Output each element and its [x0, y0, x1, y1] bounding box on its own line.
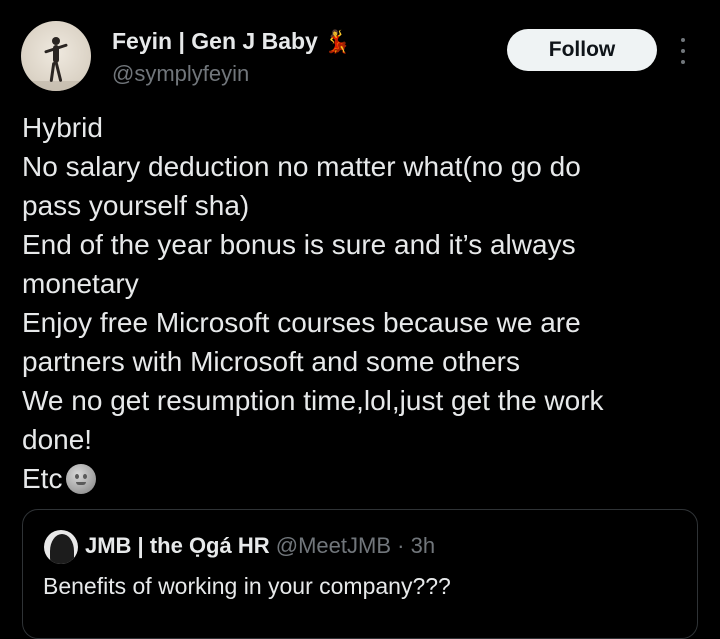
tweet-line: done! [22, 424, 93, 455]
author-display-name[interactable]: Feyin | Gen J Baby [112, 28, 318, 55]
quoted-separator: · [397, 533, 405, 558]
quoted-tweet-text: Benefits of working in your company??? [43, 573, 451, 599]
tweet-line: No salary deduction no matter what(no go… [22, 151, 581, 182]
avatar-figure-leg [54, 61, 63, 83]
quoted-author-avatar[interactable] [44, 530, 78, 564]
tweet-line: End of the year bonus is sure and it’s a… [22, 229, 576, 260]
dancer-emoji-icon: 💃 [323, 28, 352, 54]
tweet-line: pass yourself sha) [22, 190, 250, 221]
more-vertical-icon[interactable] [676, 38, 690, 64]
avatar-floor [21, 81, 91, 91]
quoted-tweet-header: JMB | the Ọgá HR @MeetJMB · 3h [85, 533, 435, 559]
tweet-line: Etc [22, 463, 63, 494]
author-avatar[interactable] [21, 21, 91, 91]
quoted-timestamp[interactable]: 3h [411, 533, 435, 558]
tweet-line: partners with Microsoft and some others [22, 346, 520, 377]
follow-button[interactable]: Follow [507, 29, 657, 71]
tweet-body: Hybrid No salary deduction no matter wha… [22, 108, 702, 498]
author-handle[interactable]: @symplyfeyin [112, 61, 249, 87]
avatar-figure-head [52, 37, 60, 45]
quoted-author-handle[interactable]: @MeetJMB [276, 533, 391, 558]
moon-face-icon [66, 464, 97, 494]
dot [681, 49, 685, 53]
tweet-line: Enjoy free Microsoft courses because we … [22, 307, 581, 338]
tweet-line: We no get resumption time,lol,just get t… [22, 385, 604, 416]
quoted-tweet-card[interactable]: JMB | the Ọgá HR @MeetJMB · 3h Benefits … [22, 509, 698, 639]
author-name-row[interactable]: Feyin | Gen J Baby 💃 [112, 28, 351, 55]
dot [681, 38, 685, 42]
dot [681, 60, 685, 64]
quoted-author-name[interactable]: JMB | the Ọgá HR [85, 533, 270, 558]
tweet-line: Hybrid [22, 112, 103, 143]
avatar-silhouette [50, 534, 74, 564]
tweet-last-line: Etc [22, 459, 702, 498]
tweet-line: monetary [22, 268, 139, 299]
